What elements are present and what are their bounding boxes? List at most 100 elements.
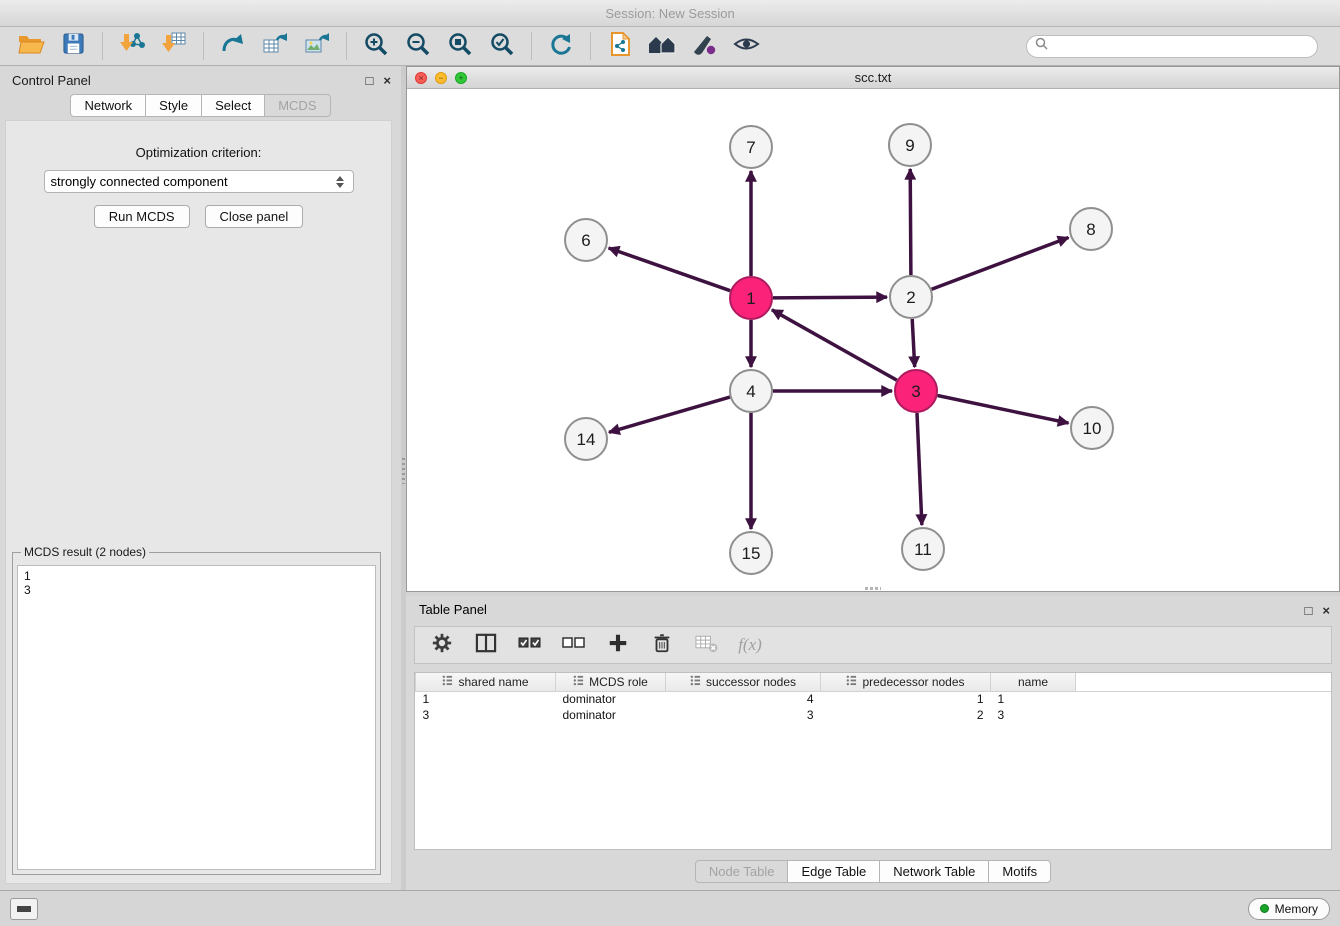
table-cell[interactable]: dominator — [556, 707, 666, 723]
search-input[interactable] — [1053, 39, 1309, 54]
paintbrush-icon — [691, 32, 717, 61]
table-cell[interactable]: 2 — [821, 707, 991, 723]
zoom-fit-button[interactable] — [439, 29, 481, 63]
tab-node-table[interactable]: Node Table — [695, 860, 789, 883]
window-close-icon[interactable]: × — [415, 72, 427, 84]
graph-node-1[interactable]: 1 — [730, 277, 772, 319]
svg-text:9: 9 — [905, 136, 914, 155]
import-network-button[interactable] — [111, 29, 153, 63]
save-session-button[interactable] — [52, 29, 94, 63]
column-header-successor-nodes[interactable]: successor nodes — [666, 673, 821, 691]
graph-edge-2-3[interactable] — [912, 319, 915, 367]
style-button[interactable] — [683, 29, 725, 63]
delete-column-button[interactable] — [647, 630, 677, 660]
graph-edge-2-8[interactable] — [932, 238, 1069, 290]
table-row[interactable]: 1dominator411 — [416, 691, 1332, 707]
graph-node-7[interactable]: 7 — [730, 126, 772, 168]
toolbar-search[interactable] — [1026, 35, 1318, 58]
select-stepper-icon — [333, 176, 347, 188]
deselect-all-button[interactable] — [559, 630, 589, 660]
export-image-button[interactable] — [296, 29, 338, 63]
network-graph: 7 9 6 8 1 2 4 3 14 10 15 11 — [407, 89, 1339, 591]
home-button[interactable] — [641, 29, 683, 63]
tab-style[interactable]: Style — [145, 94, 202, 117]
graph-edge-3-1[interactable] — [772, 310, 897, 380]
column-header-predecessor-nodes[interactable]: predecessor nodes — [821, 673, 991, 691]
column-header-mcds-role[interactable]: MCDS role — [556, 673, 666, 691]
graph-node-14[interactable]: 14 — [565, 418, 607, 460]
table-cell[interactable]: dominator — [556, 691, 666, 707]
table-cell[interactable]: 1 — [821, 691, 991, 707]
mcds-result-textarea[interactable]: 1 3 — [17, 565, 376, 870]
import-table-button[interactable] — [153, 29, 195, 63]
table-cell[interactable]: 3 — [991, 707, 1076, 723]
graph-node-10[interactable]: 10 — [1071, 407, 1113, 449]
table-cell[interactable]: 4 — [666, 691, 821, 707]
export-table-button[interactable] — [254, 29, 296, 63]
graph-node-6[interactable]: 6 — [565, 219, 607, 261]
checked-boxes-icon — [518, 634, 542, 657]
graph-edge-3-10[interactable] — [938, 396, 1069, 424]
optimization-criterion-select[interactable]: strongly connected component — [44, 170, 354, 193]
mcds-result-groupbox: MCDS result (2 nodes) 1 3 — [12, 545, 381, 875]
network-window-titlebar[interactable]: × − + scc.txt — [407, 67, 1339, 89]
table-settings-button[interactable] — [427, 630, 457, 660]
window-maximize-icon[interactable]: + — [455, 72, 467, 84]
graph-node-4[interactable]: 4 — [730, 370, 772, 412]
table-cell[interactable]: 1 — [991, 691, 1076, 707]
apply-layout-button[interactable] — [540, 29, 582, 63]
tab-select[interactable]: Select — [201, 94, 265, 117]
new-network-button[interactable] — [212, 29, 254, 63]
graph-edge-2-9[interactable] — [910, 169, 911, 275]
graph-edge-3-11[interactable] — [917, 413, 922, 525]
show-columns-button[interactable] — [471, 630, 501, 660]
export-image-icon — [304, 31, 330, 62]
memory-button[interactable]: Memory — [1248, 898, 1330, 920]
graphics-details-button[interactable] — [725, 29, 767, 63]
open-session-button[interactable] — [10, 29, 52, 63]
tab-network-table[interactable]: Network Table — [879, 860, 989, 883]
close-panel-icon[interactable]: × — [1322, 604, 1330, 617]
tab-network[interactable]: Network — [70, 94, 146, 117]
tab-mcds[interactable]: MCDS — [264, 94, 330, 117]
svg-text:11: 11 — [914, 540, 932, 559]
graph-node-2[interactable]: 2 — [890, 276, 932, 318]
float-panel-icon[interactable]: □ — [1305, 604, 1313, 617]
table-cell[interactable]: 3 — [666, 707, 821, 723]
add-column-button[interactable] — [603, 630, 633, 660]
table-cell[interactable]: 3 — [416, 707, 556, 723]
graph-node-8[interactable]: 8 — [1070, 208, 1112, 250]
graph-edge-1-2[interactable] — [773, 297, 887, 298]
column-header-name[interactable]: name — [991, 673, 1076, 691]
zoom-selected-button[interactable] — [481, 29, 523, 63]
graph-edge-4-14[interactable] — [609, 397, 730, 432]
select-all-button[interactable] — [515, 630, 545, 660]
window-minimize-icon[interactable]: − — [435, 72, 447, 84]
zoom-in-button[interactable] — [355, 29, 397, 63]
run-mcds-button[interactable]: Run MCDS — [94, 205, 190, 228]
task-history-button[interactable] — [10, 898, 38, 920]
graph-edge-1-6[interactable] — [609, 248, 731, 291]
graph-node-15[interactable]: 15 — [730, 532, 772, 574]
window-resize-grip[interactable] — [865, 587, 881, 590]
toolbar-separator — [531, 32, 532, 60]
network-from-selection-button[interactable] — [599, 29, 641, 63]
float-panel-icon[interactable]: □ — [366, 74, 374, 87]
selected-option-label: strongly connected component — [51, 174, 333, 189]
graph-node-9[interactable]: 9 — [889, 124, 931, 166]
network-window-title: scc.txt — [855, 70, 892, 85]
svg-text:7: 7 — [746, 138, 755, 157]
tab-edge-table[interactable]: Edge Table — [787, 860, 880, 883]
close-panel-button[interactable]: Close panel — [205, 205, 304, 228]
network-window: × − + scc.txt 7 9 6 8 1 2 4 3 14 10 15 11 — [406, 66, 1340, 592]
column-header-shared-name[interactable]: shared name — [416, 673, 556, 691]
memory-status-icon — [1260, 904, 1269, 913]
refresh-icon — [548, 31, 574, 62]
close-panel-icon[interactable]: × — [383, 74, 391, 87]
graph-node-3[interactable]: 3 — [895, 370, 937, 412]
table-row[interactable]: 3dominator323 — [416, 707, 1332, 723]
table-cell[interactable]: 1 — [416, 691, 556, 707]
zoom-out-button[interactable] — [397, 29, 439, 63]
tab-motifs[interactable]: Motifs — [988, 860, 1051, 883]
graph-node-11[interactable]: 11 — [902, 528, 944, 570]
